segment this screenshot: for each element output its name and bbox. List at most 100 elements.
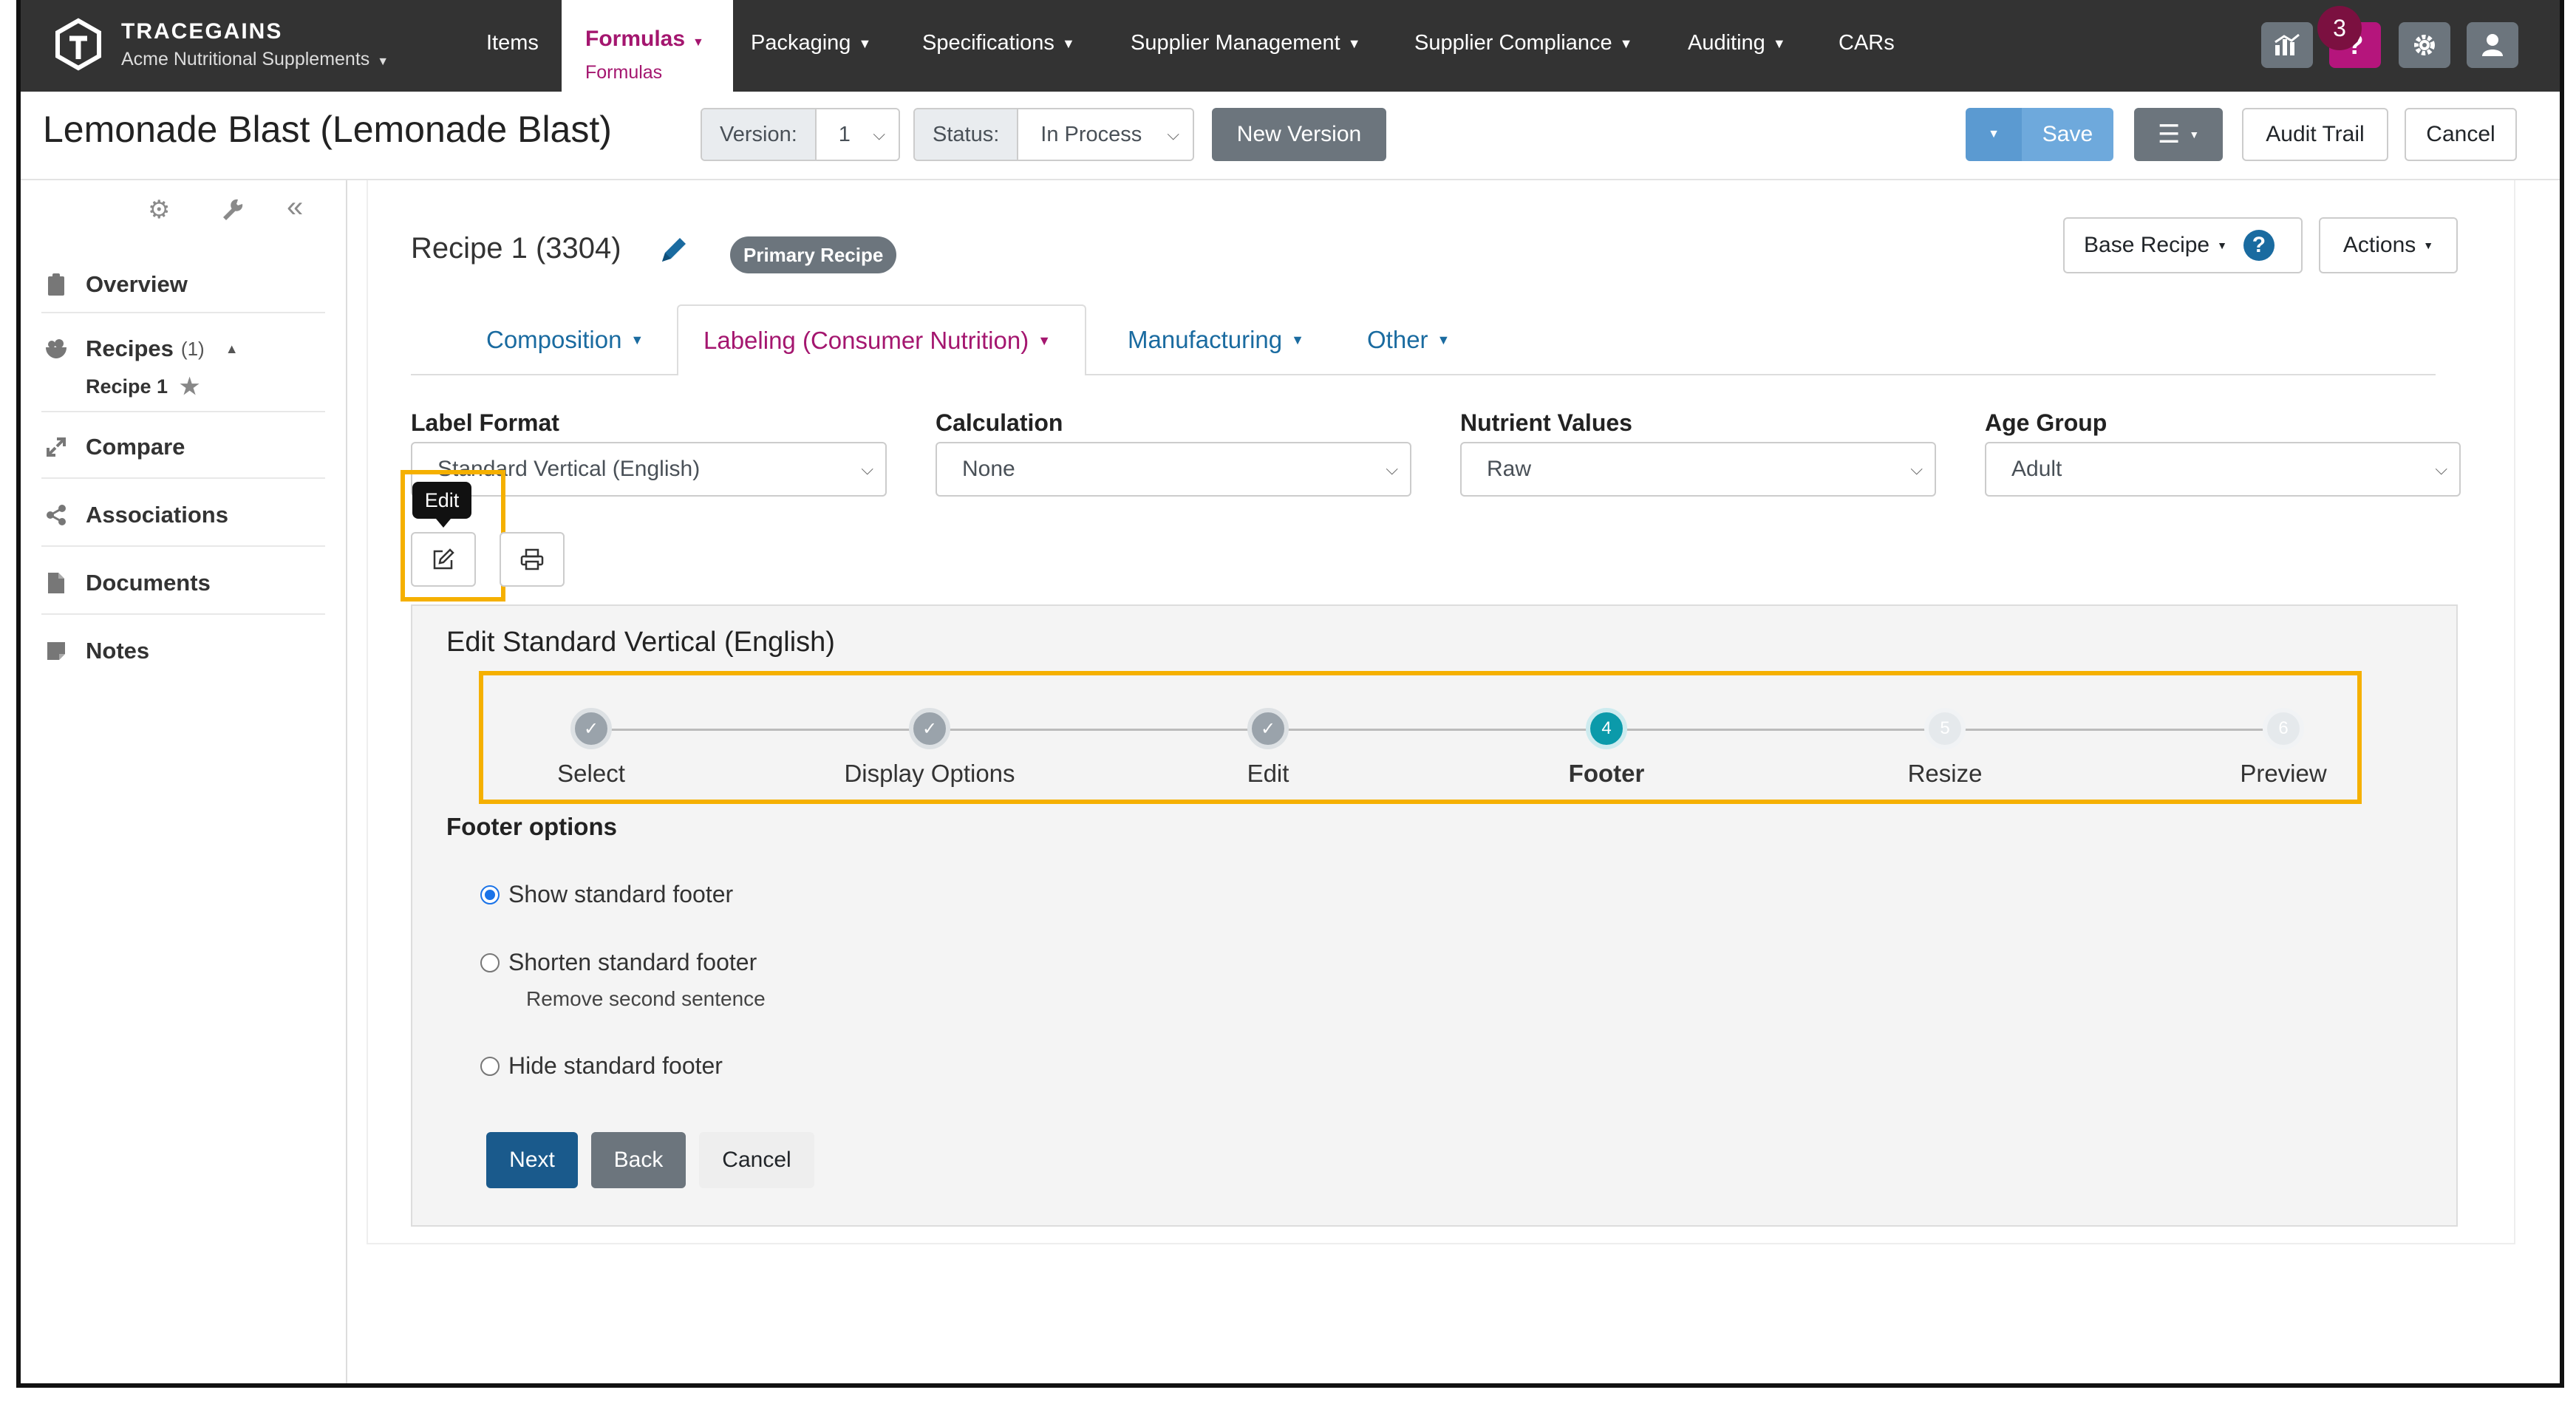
caret-down-icon: ▼ [692,36,704,49]
version-value: 1 [838,122,851,146]
analytics-button[interactable] [2261,22,2313,68]
tracegains-logo-icon[interactable] [53,18,103,71]
shorten-footer-help-text: Remove second sentence [526,987,766,1010]
status-value: In Process [1040,122,1142,146]
company-name: Acme Nutritional Supplements [121,49,370,69]
wizard-title: Edit Standard Vertical (English) [446,627,835,658]
caret-down-icon: ▼ [1772,35,1786,51]
step-display-options[interactable]: ✓ Display Options [782,708,1077,788]
clipboard-icon [41,273,71,296]
gear-icon [2414,35,2435,55]
sidebar-item-documents[interactable]: Documents [41,560,325,606]
nutrient-values-label: Nutrient Values [1460,409,1632,436]
main-panel: Recipe 1 (3304) Primary Recipe Base Reci… [367,180,2515,1244]
tab-label: Composition [486,326,622,353]
sidebar-item-overview[interactable]: Overview [41,262,325,307]
version-select[interactable]: Version: 1 ⌵ [701,108,900,161]
sidebar-item-notes[interactable]: Notes [41,628,325,674]
wrench-icon[interactable] [220,197,245,222]
nav-specifications[interactable]: Specifications ▼ [922,31,1075,55]
calculation-label: Calculation [936,409,1063,436]
sidebar-item-recipes[interactable]: Recipes (1) ▲ [41,328,325,369]
sticky-note-icon [41,640,71,662]
tab-other[interactable]: Other ▼ [1367,304,1450,375]
nav-supplier-compliance[interactable]: Supplier Compliance ▼ [1414,31,1632,55]
sidebar-item-compare[interactable]: Compare [41,424,325,470]
label-format-label: Label Format [411,409,559,436]
radio-unselected-icon[interactable] [480,953,500,972]
step-number: 4 [1586,708,1627,749]
sidebar: ⚙ « Overview Recipes (1) ▲ Recipe 1 ★ Co… [21,180,347,1383]
sidebar-item-label: Documents [86,570,211,596]
footer-options-title: Footer options [446,813,617,840]
back-button[interactable]: Back [591,1132,686,1188]
sidebar-item-associations[interactable]: Associations [41,492,325,538]
step-resize[interactable]: 5 Resize [1797,708,2093,788]
edit-label-button[interactable] [411,532,476,587]
nav-cars[interactable]: CARs [1839,31,1895,55]
caret-down-icon: ▼ [1291,332,1304,347]
actions-dropdown[interactable]: Actions ▼ [2319,217,2458,273]
company-switcher[interactable]: Acme Nutritional Supplements ▼ [121,49,389,70]
chevron-down-icon: ⌵ [2435,460,2447,478]
status-select[interactable]: Status: In Process ⌵ [913,108,1194,161]
caret-down-icon: ▼ [1061,35,1075,51]
recipes-count: (1) [180,337,205,360]
step-edit[interactable]: ✓ Edit [1120,708,1416,788]
collapse-sidebar-icon[interactable]: « [287,191,303,224]
radio-show-standard-footer[interactable]: Show standard footer [480,881,733,908]
wizard-cancel-button[interactable]: Cancel [699,1132,814,1188]
calculation-value: None [962,457,1015,481]
nav-formulas[interactable]: Formulas ▼ Formulas [562,0,733,92]
step-label: Edit [1247,760,1289,787]
tab-label: Manufacturing [1128,326,1283,353]
nav-supplier-management-label: Supplier Management [1131,31,1340,55]
age-group-select[interactable]: Adult ⌵ [1985,442,2461,497]
caret-down-icon: ▼ [1037,333,1052,348]
base-recipe-dropdown[interactable]: Base Recipe ▼ ? [2063,217,2303,273]
nutrient-values-select[interactable]: Raw ⌵ [1460,442,1936,497]
nav-auditing[interactable]: Auditing ▼ [1688,31,1786,55]
nav-supplier-management[interactable]: Supplier Management ▼ [1131,31,1361,55]
nav-formulas-label: Formulas [585,27,686,51]
label-editor-wizard: Edit Standard Vertical (English) ✓ Selec… [411,604,2458,1227]
chevron-down-icon: ⌵ [1167,125,1179,143]
step-select[interactable]: ✓ Select [443,708,739,788]
settings-gear-icon[interactable]: ⚙ [148,195,170,225]
new-version-button[interactable]: New Version [1212,108,1386,161]
tab-label: Other [1367,326,1428,353]
radio-unselected-icon[interactable] [480,1056,500,1076]
caret-down-icon: ▼ [2423,239,2434,251]
radio-hide-standard-footer[interactable]: Hide standard footer [480,1052,723,1080]
step-footer[interactable]: 4 Footer [1459,708,1754,788]
print-label-button[interactable] [500,532,565,587]
pencil-edit-icon[interactable] [658,234,690,266]
analytics-chart-icon [2275,33,2300,55]
help-circle-icon[interactable]: ? [2243,230,2275,261]
menu-button[interactable]: ☰ ▼ [2134,108,2223,161]
star-icon[interactable]: ★ [180,374,200,400]
step-label: Select [557,760,625,787]
radio-shorten-standard-footer[interactable]: Shorten standard footer [480,949,757,976]
tab-labeling[interactable]: Labeling (Consumer Nutrition) ▼ [677,304,1086,375]
radio-selected-icon[interactable] [480,885,500,904]
nav-packaging[interactable]: Packaging ▼ [751,31,871,55]
calculation-select[interactable]: None ⌵ [936,442,1411,497]
divider [41,613,325,615]
tab-manufacturing[interactable]: Manufacturing ▼ [1128,304,1304,375]
audit-trail-button[interactable]: Audit Trail [2242,108,2388,161]
sidebar-subitem-recipe-1[interactable]: Recipe 1 ★ [86,368,322,405]
step-preview[interactable]: 6 Preview [2136,708,2431,788]
save-options-dropdown[interactable]: ▼ [1966,108,2022,161]
tab-composition[interactable]: Composition ▼ [486,304,644,375]
save-button[interactable]: Save [2022,108,2113,161]
nav-items[interactable]: Items [486,31,539,55]
nav-formulas-sublabel: Formulas [585,62,663,83]
share-icon [41,504,71,526]
settings-button[interactable] [2399,22,2450,68]
user-profile-button[interactable] [2467,22,2518,68]
next-button[interactable]: Next [486,1132,578,1188]
cancel-button[interactable]: Cancel [2405,108,2517,161]
recipe-title: Recipe 1 (3304) [411,232,621,265]
caret-up-icon[interactable]: ▲ [225,341,239,357]
